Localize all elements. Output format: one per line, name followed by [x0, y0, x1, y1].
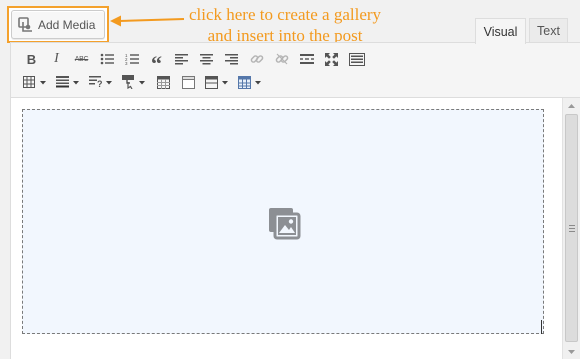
toolbar-row-1: B I ABC 123 “	[19, 48, 369, 74]
editor-scrollbar[interactable]	[562, 98, 580, 359]
page-icon[interactable]	[176, 71, 201, 93]
callout-line-1: click here to create a gallery	[188, 5, 382, 24]
fullscreen-icon[interactable]	[319, 48, 344, 70]
text-color-icon[interactable]	[52, 71, 85, 93]
bullet-list-icon[interactable]	[94, 48, 119, 70]
columns-icon[interactable]	[201, 71, 234, 93]
text-caret	[541, 320, 542, 334]
add-media-button[interactable]: Add Media	[11, 10, 105, 39]
scroll-down-icon[interactable]	[563, 344, 580, 359]
align-center-icon[interactable]	[194, 48, 219, 70]
table-icon[interactable]	[19, 71, 52, 93]
grip-icon	[569, 225, 575, 234]
special-character-icon[interactable]: ?	[85, 71, 118, 93]
grid-icon[interactable]	[234, 71, 267, 93]
align-left-icon[interactable]	[169, 48, 194, 70]
media-icon	[18, 17, 33, 32]
editor-toolbar: B I ABC 123 “ ?	[11, 43, 580, 98]
svg-text:3: 3	[125, 61, 128, 65]
toolbar-row-2: ?	[19, 71, 267, 93]
read-more-icon[interactable]	[294, 48, 319, 70]
numbered-list-icon[interactable]: 123	[119, 48, 144, 70]
gallery-icon	[267, 206, 301, 245]
calendar-icon[interactable]	[151, 71, 176, 93]
tab-visual[interactable]: Visual	[475, 18, 526, 44]
scroll-up-icon[interactable]	[563, 98, 580, 113]
bold-icon[interactable]: B	[19, 48, 44, 70]
tab-text[interactable]: Text	[529, 18, 568, 43]
editor-frame: B I ABC 123 “ ?	[10, 42, 580, 359]
wp-editor: Add Media click here to create a gallery…	[0, 0, 580, 359]
scrollbar-thumb[interactable]	[565, 114, 578, 342]
italic-icon[interactable]: I	[44, 48, 69, 70]
add-media-label: Add Media	[38, 17, 96, 32]
paste-format-icon[interactable]	[118, 71, 151, 93]
remove-link-icon[interactable]	[269, 48, 294, 70]
toolbar-toggle-icon[interactable]	[344, 48, 369, 70]
callout-annotation: click here to create a gallery and inser…	[160, 4, 410, 46]
insert-link-icon[interactable]	[244, 48, 269, 70]
blockquote-icon[interactable]: “	[144, 48, 169, 74]
svg-text:?: ?	[97, 79, 103, 88]
gallery-placeholder[interactable]	[22, 109, 544, 334]
align-right-icon[interactable]	[219, 48, 244, 70]
strikethrough-icon[interactable]: ABC	[69, 48, 94, 70]
